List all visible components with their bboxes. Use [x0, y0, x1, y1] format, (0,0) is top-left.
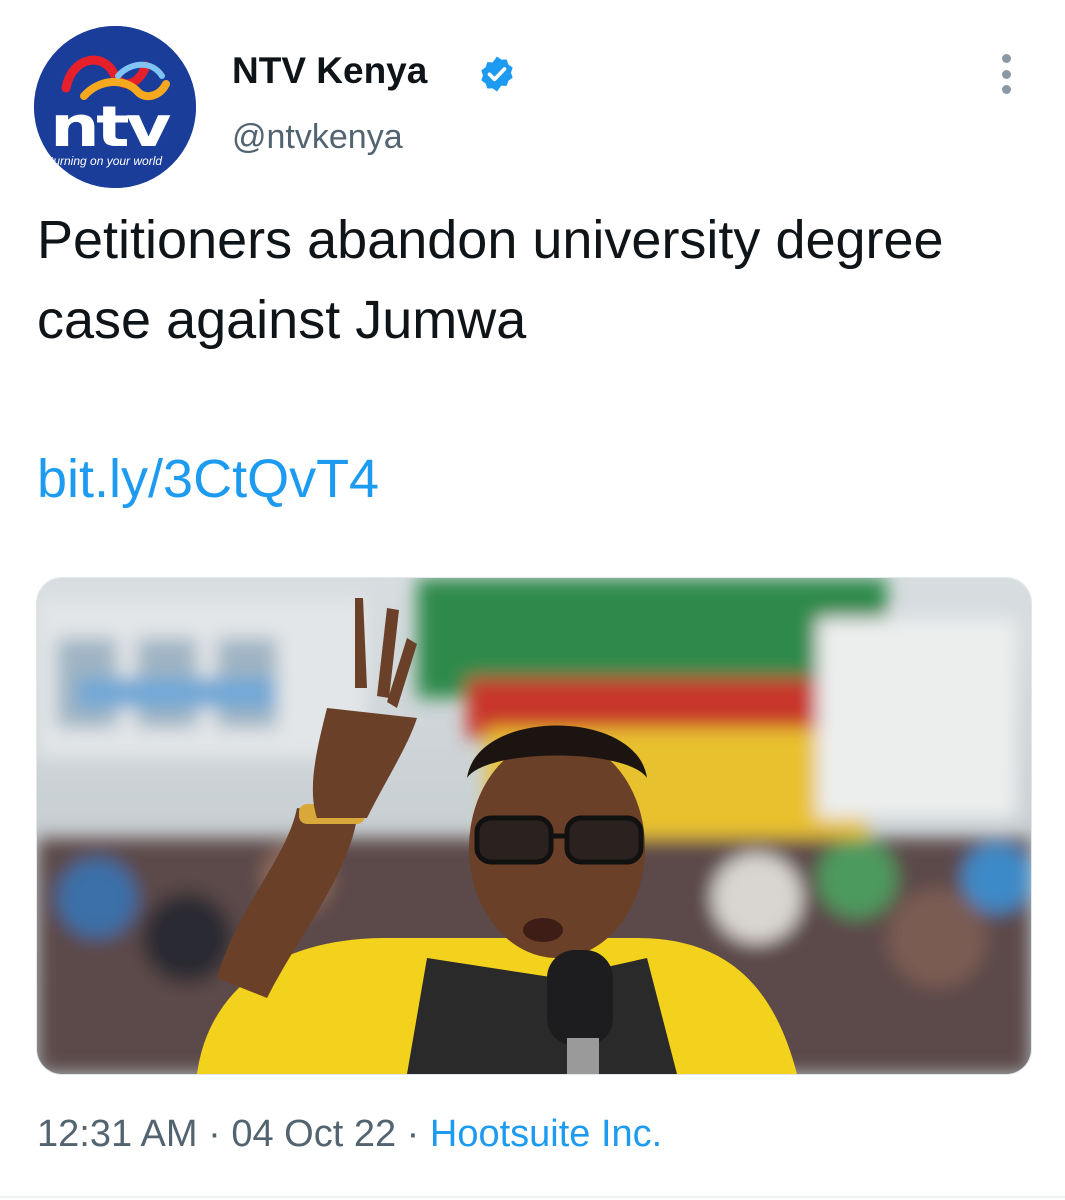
more-vertical-icon[interactable] [988, 54, 1024, 94]
tweet-text: Petitioners abandon university degree ca… [37, 210, 944, 350]
author-handle[interactable]: @ntvkenya [232, 118, 403, 157]
more-dot [1001, 54, 1011, 63]
author-display-name[interactable]: NTV Kenya [232, 50, 427, 92]
tweet-time[interactable]: 12:31 AM [37, 1113, 198, 1155]
tweet-media-photo[interactable] [36, 577, 1032, 1075]
tweet-meta: 12:31 AM · 04 Oct 22 · Hootsuite Inc. [37, 1113, 662, 1156]
meta-separator: · [406, 1113, 420, 1155]
more-dot [1001, 69, 1011, 79]
tweet-link[interactable]: bit.ly/3CtQvT4 [37, 448, 379, 510]
tweet-date[interactable]: 04 Oct 22 [231, 1113, 396, 1155]
tweet-source[interactable]: Hootsuite Inc. [430, 1113, 662, 1155]
verified-badge-icon [481, 56, 513, 92]
photo-illustration [37, 578, 1031, 1074]
avatar-brand: ntv [50, 95, 171, 160]
divider [0, 1196, 1065, 1198]
more-dot [1001, 85, 1011, 94]
avatar-tagline: turning on your world [50, 154, 163, 168]
meta-separator: · [208, 1113, 221, 1155]
author-avatar[interactable]: ntv turning on your world [34, 26, 196, 188]
